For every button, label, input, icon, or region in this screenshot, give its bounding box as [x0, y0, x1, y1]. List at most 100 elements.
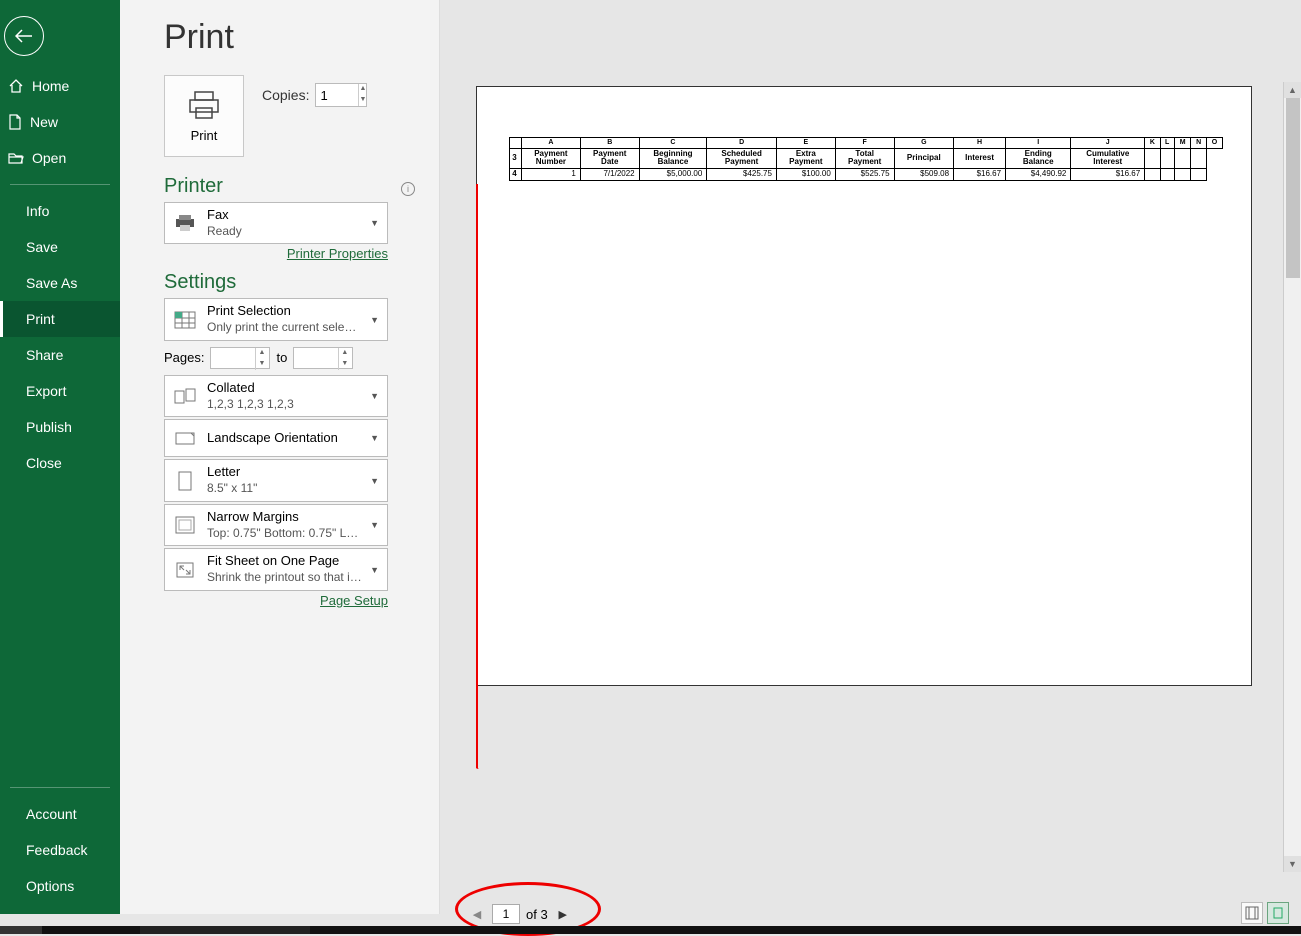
chevron-down-icon: ▼ [370, 565, 381, 575]
nav-label: Export [26, 383, 66, 399]
scroll-thumb[interactable] [1286, 98, 1300, 278]
chevron-down-icon: ▼ [370, 218, 381, 228]
fit-page-icon [171, 556, 199, 584]
paper-line1: Letter [207, 464, 362, 481]
printer-properties-link[interactable]: Printer Properties [164, 246, 388, 261]
pages-to-spinner[interactable]: ▲▼ [338, 348, 350, 370]
printer-name: Fax [207, 207, 362, 224]
nav-label: Account [26, 806, 77, 822]
zoom-controls [1241, 902, 1289, 924]
nav-label: Home [32, 78, 69, 94]
chevron-down-icon: ▼ [370, 476, 381, 486]
paper-line2: 8.5" x 11" [207, 481, 362, 497]
chevron-down-icon: ▼ [370, 315, 381, 325]
landscape-icon [171, 424, 199, 452]
nav-label: Print [26, 311, 55, 327]
nav-label: New [30, 114, 58, 130]
nav-options[interactable]: Options [0, 868, 120, 904]
open-icon [8, 151, 24, 165]
collated-icon [171, 382, 199, 410]
chevron-down-icon: ▼ [370, 520, 381, 530]
margins-line1: Narrow Margins [207, 509, 362, 526]
print-button-label: Print [191, 128, 218, 143]
chevron-down-icon: ▼ [370, 391, 381, 401]
print-what-line1: Print Selection [207, 303, 362, 320]
chevron-down-icon: ▼ [370, 433, 381, 443]
nav-close[interactable]: Close [0, 445, 120, 481]
pages-from-spinner[interactable]: ▲▼ [255, 348, 267, 370]
show-margins-button[interactable] [1241, 902, 1263, 924]
nav-publish[interactable]: Publish [0, 409, 120, 445]
print-preview-area: ABCDEFGHIJKLMNO 3PaymentNumberPaymentDat… [440, 0, 1301, 914]
margins-line2: Top: 0.75" Bottom: 0.75" Lef... [207, 526, 362, 542]
printer-device-icon [171, 209, 199, 237]
zoom-to-page-button[interactable] [1267, 902, 1289, 924]
pages-from-input[interactable] [211, 348, 255, 368]
pages-label: Pages: [164, 350, 204, 365]
pages-to-input[interactable] [294, 348, 338, 368]
page-navigator: ◀ of 3 ▶ [468, 904, 572, 924]
collation-line2: 1,2,3 1,2,3 1,2,3 [207, 397, 362, 413]
printer-info-icon[interactable]: i [401, 182, 415, 196]
margins-dropdown[interactable]: Narrow Margins Top: 0.75" Bottom: 0.75" … [164, 504, 388, 546]
back-button[interactable] [4, 16, 44, 56]
print-what-dropdown[interactable]: Print Selection Only print the current s… [164, 298, 388, 340]
copies-label: Copies: [262, 87, 309, 103]
current-page-input[interactable] [492, 904, 520, 924]
prev-page-button[interactable]: ◀ [468, 905, 486, 923]
pages-to-label: to [276, 350, 287, 365]
printer-dropdown[interactable]: Fax Ready ▼ [164, 202, 388, 244]
print-button[interactable]: Print [164, 75, 244, 157]
collation-line1: Collated [207, 380, 362, 397]
scroll-up-button[interactable]: ▲ [1284, 82, 1301, 98]
nav-label: Options [26, 878, 74, 894]
preview-page: ABCDEFGHIJKLMNO 3PaymentNumberPaymentDat… [476, 86, 1252, 686]
printer-status: Ready [207, 224, 362, 240]
nav-info[interactable]: Info [0, 193, 120, 229]
nav-save[interactable]: Save [0, 229, 120, 265]
windows-taskbar[interactable] [0, 926, 1301, 934]
copies-input[interactable] [320, 84, 358, 106]
page-title: Print [164, 18, 415, 57]
grid-selection-icon [171, 306, 199, 334]
new-icon [8, 114, 22, 130]
page-total-label: of 3 [526, 907, 548, 922]
nav-share[interactable]: Share [0, 337, 120, 373]
nav-label: Feedback [26, 842, 87, 858]
preview-spreadsheet-table: ABCDEFGHIJKLMNO 3PaymentNumberPaymentDat… [509, 137, 1223, 181]
nav-open[interactable]: Open [0, 140, 120, 176]
nav-account[interactable]: Account [0, 796, 120, 832]
nav-new[interactable]: New [0, 104, 120, 140]
scroll-down-button[interactable]: ▼ [1284, 856, 1301, 872]
paper-size-dropdown[interactable]: Letter 8.5" x 11" ▼ [164, 459, 388, 501]
orientation-dropdown[interactable]: Landscape Orientation ▼ [164, 419, 388, 457]
nav-saveas[interactable]: Save As [0, 265, 120, 301]
orientation-line1: Landscape Orientation [207, 430, 362, 447]
nav-export[interactable]: Export [0, 373, 120, 409]
print-settings-panel: Print Print Copies: ▲▼ Printer i Fax Rea… [120, 0, 440, 914]
settings-section-title: Settings [164, 271, 415, 294]
annotation-mark [476, 184, 479, 769]
backstage-sidebar: Home New Open Info Save Save As Print Sh… [0, 0, 120, 914]
copies-spinner[interactable]: ▲▼ [358, 84, 366, 106]
nav-label: Close [26, 455, 62, 471]
nav-print[interactable]: Print [0, 301, 120, 337]
scaling-line1: Fit Sheet on One Page [207, 553, 362, 570]
nav-label: Save [26, 239, 58, 255]
scaling-dropdown[interactable]: Fit Sheet on One Page Shrink the printou… [164, 548, 388, 590]
nav-feedback[interactable]: Feedback [0, 832, 120, 868]
scaling-line2: Shrink the printout so that it... [207, 570, 362, 586]
home-icon [8, 78, 24, 94]
nav-label: Info [26, 203, 49, 219]
nav-label: Publish [26, 419, 72, 435]
back-arrow-icon [15, 29, 33, 43]
preview-vertical-scrollbar[interactable]: ▲ ▼ [1283, 82, 1301, 872]
collation-dropdown[interactable]: Collated 1,2,3 1,2,3 1,2,3 ▼ [164, 375, 388, 417]
nav-label: Open [32, 150, 66, 166]
print-what-line2: Only print the current selecti... [207, 320, 362, 336]
nav-label: Save As [26, 275, 77, 291]
page-setup-link[interactable]: Page Setup [164, 593, 388, 608]
margins-icon [171, 511, 199, 539]
next-page-button[interactable]: ▶ [554, 905, 572, 923]
nav-home[interactable]: Home [0, 68, 120, 104]
